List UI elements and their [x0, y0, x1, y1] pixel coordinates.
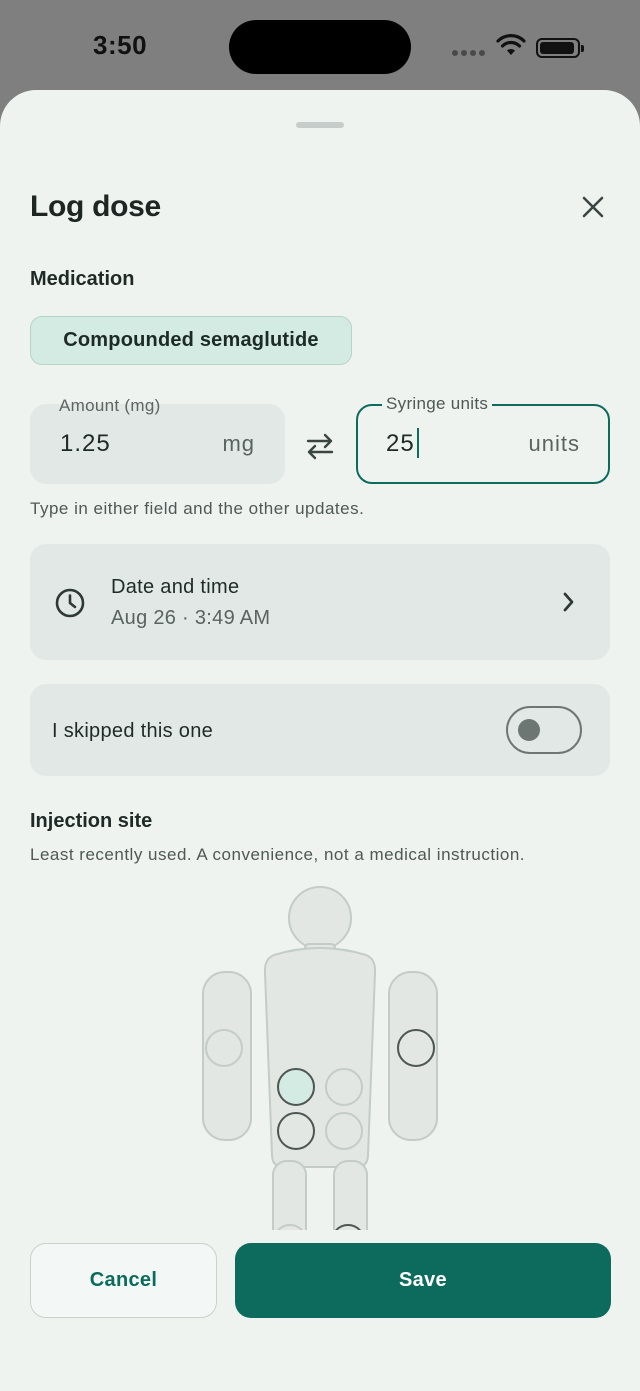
close-button[interactable]	[574, 188, 612, 226]
clock-icon	[55, 588, 85, 618]
medication-label: Medication	[30, 268, 135, 290]
syringe-units-field[interactable]: Syringe units 25 units	[356, 394, 610, 484]
skip-dose-row: I skipped this one	[30, 684, 610, 776]
amount-field[interactable]: Amount (mg) 1.25 mg	[30, 396, 285, 484]
toggle-knob	[518, 719, 540, 741]
body-left-leg	[272, 1160, 307, 1230]
skip-dose-toggle[interactable]	[506, 706, 582, 754]
cancel-button[interactable]: Cancel	[30, 1243, 217, 1318]
injection-site-label: Injection site	[30, 810, 153, 832]
sheet-footer: Cancel Save	[0, 1230, 640, 1391]
text-caret	[416, 427, 419, 458]
syringe-value-text: 25	[386, 430, 415, 457]
site-abdomen-lower-left[interactable]	[277, 1112, 315, 1150]
conversion-hint: Type in either field and the other updat…	[30, 499, 365, 518]
syringe-unit: units	[528, 431, 580, 456]
page-title: Log dose	[30, 190, 161, 223]
log-dose-sheet: Log dose Medication Compounded semagluti…	[0, 90, 640, 1391]
dynamic-island	[229, 20, 411, 74]
swap-arrows-icon[interactable]	[305, 431, 335, 461]
syringe-field-label: Syringe units	[382, 394, 493, 414]
site-abdomen-upper-left[interactable]	[277, 1068, 315, 1106]
signal-dots-icon	[452, 50, 486, 56]
wifi-icon	[496, 34, 526, 55]
syringe-value: 25	[386, 427, 419, 458]
site-left-arm[interactable]	[205, 1029, 243, 1067]
close-icon	[582, 196, 604, 218]
status-bar: 3:50	[0, 0, 640, 92]
save-button[interactable]: Save	[235, 1243, 611, 1318]
status-icons	[452, 32, 592, 62]
amount-field-label: Amount (mg)	[59, 396, 161, 415]
body-right-leg	[333, 1160, 368, 1230]
date-time-row[interactable]: Date and time Aug 26 · 3:49 AM	[30, 544, 610, 660]
battery-icon	[536, 38, 584, 58]
site-right-arm[interactable]	[397, 1029, 435, 1067]
date-time-title: Date and time	[111, 576, 240, 598]
status-time: 3:50	[93, 30, 148, 60]
injection-site-subtitle: Least recently used. A convenience, not …	[30, 845, 525, 864]
amount-unit: mg	[222, 431, 255, 456]
site-abdomen-upper-right[interactable]	[325, 1068, 363, 1106]
body-head	[288, 886, 352, 950]
sheet-grabber[interactable]	[296, 122, 344, 128]
chevron-right-icon	[563, 592, 574, 612]
medication-chip[interactable]: Compounded semaglutide	[30, 316, 352, 365]
body-map	[202, 886, 438, 1230]
skip-dose-label: I skipped this one	[52, 720, 214, 742]
amount-value: 1.25	[60, 430, 111, 457]
site-abdomen-lower-right[interactable]	[325, 1112, 363, 1150]
date-time-value: Aug 26 · 3:49 AM	[111, 607, 271, 629]
